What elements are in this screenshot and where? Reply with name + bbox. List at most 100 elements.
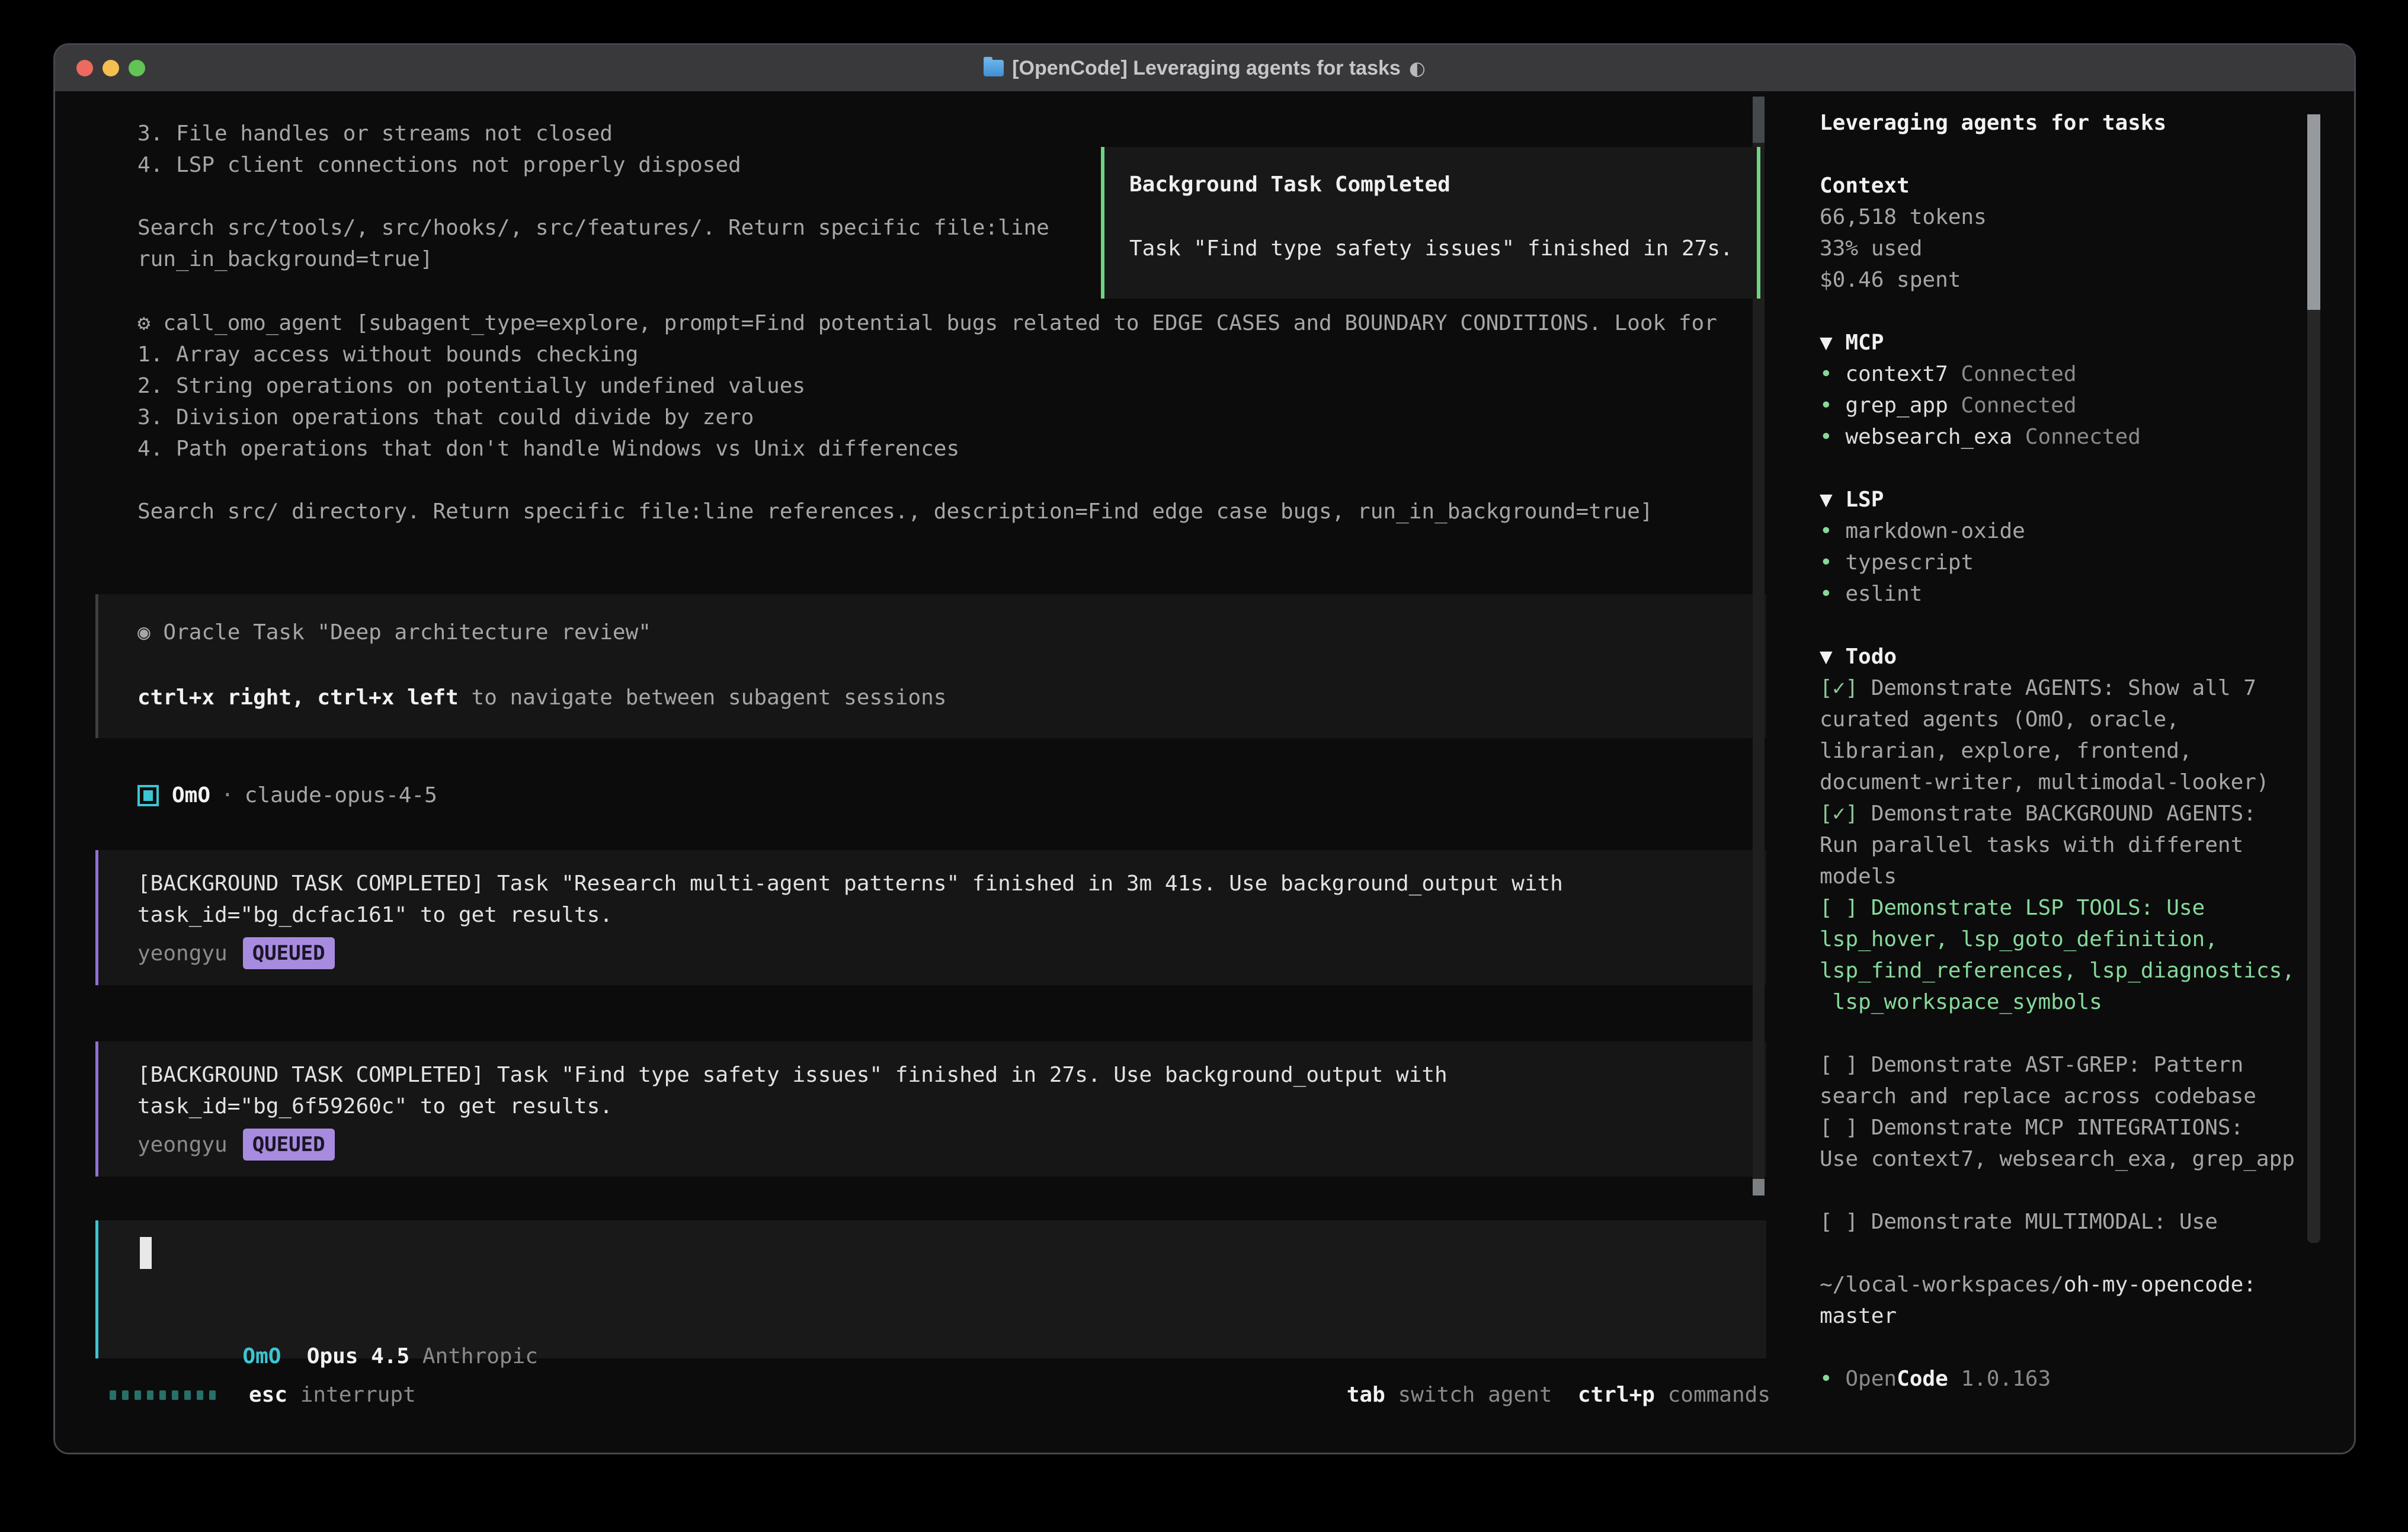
oracle-task-hint: ctrl+x right, ctrl+x left to navigate be…	[137, 682, 1766, 713]
background-task-message: [BACKGROUND TASK COMPLETED] Task "Resear…	[95, 850, 1766, 985]
sidebar-scrollbar[interactable]	[2307, 114, 2320, 1243]
sidebar-line	[1820, 1018, 2311, 1049]
text-line: Search src/ directory. Return specific f…	[137, 496, 1717, 527]
sidebar-line: Leveraging agents for tasks	[1820, 107, 2311, 139]
working-dot	[197, 1390, 203, 1400]
text-segment: [✓]	[1820, 676, 1858, 700]
sidebar-line	[1820, 1238, 2311, 1269]
text-segment: models	[1820, 864, 1897, 889]
text-segment: document-writer, multimodal-looker)	[1820, 770, 2269, 794]
text-segment: Demonstrate AGENTS: Show all 7	[1858, 676, 2256, 700]
message-author: yeongyu	[137, 941, 228, 966]
agent-icon	[137, 785, 159, 806]
content-area: 3. File handles or streams not closed4. …	[55, 91, 2354, 1453]
text-line: 1. Array access without bounds checking	[137, 339, 1717, 370]
text-segment: Open	[1845, 1367, 1897, 1391]
tool-call-text: ⚙ call_omo_agent [subagent_type=explore,…	[137, 307, 1717, 527]
notification-title: Background Task Completed	[1129, 169, 1757, 200]
sidebar-line: • context7 Connected	[1820, 358, 2311, 390]
text-segment: markdown-oxide	[1845, 519, 2025, 543]
text-segment: lsp_hover, lsp_goto_definition,	[1820, 927, 2218, 951]
main-scrollbar-thumb[interactable]	[1753, 97, 1765, 143]
text-segment: Connected	[2012, 425, 2141, 449]
tab-key-hint: tab	[1347, 1383, 1385, 1407]
sidebar-line	[1820, 1332, 2311, 1363]
sidebar-line	[1820, 610, 2311, 641]
status-right: tab switch agent ctrl+p commands	[1347, 1383, 1770, 1407]
sidebar-line: ~/local-workspaces/oh-my-opencode:	[1820, 1269, 2311, 1300]
sidebar-section-header[interactable]: ▼ LSP	[1820, 484, 2311, 515]
app-window: [OpenCode] Leveraging agents for tasks ◐…	[53, 43, 2356, 1454]
text-segment: lsp_find_references, lsp_diagnostics,	[1820, 959, 2295, 983]
text-segment: •	[1820, 1367, 1845, 1391]
prompt-input[interactable]: OmO Opus 4.5 Anthropic	[95, 1220, 1766, 1358]
traffic-lights	[76, 60, 145, 76]
text-line: 3. Division operations that could divide…	[137, 402, 1717, 433]
title-bar[interactable]: [OpenCode] Leveraging agents for tasks ◐	[55, 45, 2354, 91]
text-line: 2. String operations on potentially unde…	[137, 370, 1717, 402]
text-cursor	[140, 1237, 152, 1269]
close-button[interactable]	[76, 60, 93, 76]
sidebar-line	[1820, 1175, 2311, 1206]
working-dot	[122, 1390, 129, 1400]
sidebar-line: $0.46 spent	[1820, 264, 2311, 296]
text-segment: 33% used	[1820, 236, 1922, 261]
text-segment: Use context7, websearch_exa, grep_app	[1820, 1147, 2295, 1171]
agent-model: claude-opus-4-5	[245, 780, 437, 811]
text-segment: curated agents (OmO, oracle,	[1820, 707, 2179, 732]
status-badge: QUEUED	[243, 937, 335, 969]
model-selector[interactable]: OmO Opus 4.5 Anthropic	[140, 1309, 538, 1341]
text-line: 4. Path operations that don't handle Win…	[137, 433, 1717, 464]
minimize-button[interactable]	[103, 60, 119, 76]
text-segment: •	[1820, 393, 1845, 418]
text-segment: •	[1820, 425, 1845, 449]
background-task-notification: Background Task Completed Task "Find typ…	[1101, 147, 1760, 299]
agent-session-header: OmO · claude-opus-4-5	[137, 780, 437, 811]
sidebar-section-header[interactable]: ▼ Todo	[1820, 641, 2311, 672]
text-segment: typescript	[1845, 550, 1974, 575]
tab-key-label: switch agent	[1385, 1383, 1552, 1407]
text-line: ⚙ call_omo_agent [subagent_type=explore,…	[137, 307, 1717, 339]
text-segment: oh-my-opencode:	[2064, 1273, 2256, 1297]
sidebar-line: • markdown-oxide	[1820, 515, 2311, 547]
sidebar-section-header[interactable]: ▼ MCP	[1820, 327, 2311, 358]
window-title: [OpenCode] Leveraging agents for tasks	[1012, 57, 1401, 80]
sidebar-line: [✓] Demonstrate BACKGROUND AGENTS:	[1820, 798, 2311, 829]
text-segment: ▼ LSP	[1820, 488, 1884, 512]
text-segment: ◉ Oracle Task "Deep architecture review"	[137, 620, 651, 645]
main-scrollbar-bottom-thumb[interactable]	[1753, 1179, 1765, 1196]
working-dot	[135, 1390, 141, 1400]
sidebar-line: Run parallel tasks with different	[1820, 829, 2311, 861]
sidebar-line: [ ] Demonstrate LSP TOOLS: Use	[1820, 892, 2311, 924]
text-segment: grep_app	[1845, 393, 1948, 418]
text-segment: •	[1820, 362, 1845, 386]
text-segment: [✓]	[1820, 802, 1858, 826]
sidebar-line: 33% used	[1820, 233, 2311, 264]
sidebar-line: • eslint	[1820, 578, 2311, 610]
text-line: 3. File handles or streams not closed	[137, 118, 1049, 149]
sidebar-line	[1820, 139, 2311, 170]
sidebar-scrollbar-thumb[interactable]	[2307, 114, 2320, 310]
text-line: 4. LSP client connections not properly d…	[137, 149, 1049, 181]
document-icon	[984, 60, 1004, 76]
sidebar-line: [ ] Demonstrate AST-GREP: Pattern	[1820, 1049, 2311, 1081]
text-segment: $0.46 spent	[1820, 268, 1961, 292]
text-segment: Context	[1820, 174, 1910, 198]
text-segment: eslint	[1845, 582, 1922, 606]
background-task-message: [BACKGROUND TASK COMPLETED] Task "Find t…	[95, 1041, 1766, 1177]
sidebar-line: Use context7, websearch_exa, grep_app	[1820, 1143, 2311, 1175]
working-indicator-dots	[110, 1390, 216, 1400]
zoom-button[interactable]	[129, 60, 145, 76]
text-segment: ▼ Todo	[1820, 645, 1897, 669]
sidebar-line: [ ] Demonstrate MULTIMODAL: Use	[1820, 1206, 2311, 1238]
text-segment: [ ] Demonstrate MCP INTEGRATIONS:	[1820, 1116, 2243, 1140]
status-bar: esc interrupt tab switch agent ctrl+p co…	[110, 1379, 1770, 1411]
text-segment: 1.0.163	[1948, 1367, 2051, 1391]
text-segment: websearch_exa	[1845, 425, 2012, 449]
sidebar-line: • typescript	[1820, 547, 2311, 578]
message-line: [BACKGROUND TASK COMPLETED] Task "Resear…	[137, 868, 1766, 899]
text-segment: lsp_workspace_symbols	[1820, 990, 2102, 1014]
sidebar-line: librarian, explore, frontend,	[1820, 735, 2311, 767]
sidebar-line: • websearch_exa Connected	[1820, 421, 2311, 453]
assistant-output-text: 3. File handles or streams not closed4. …	[137, 118, 1049, 275]
